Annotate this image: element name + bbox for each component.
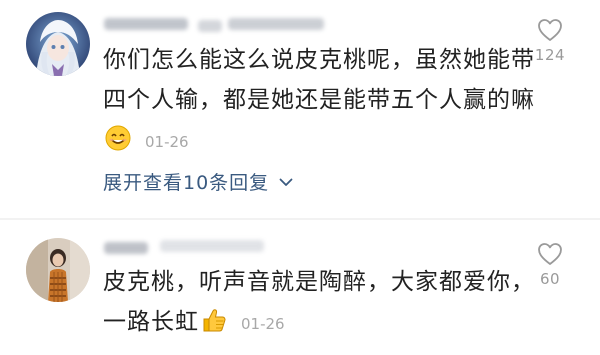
avatar[interactable]	[26, 12, 90, 76]
username-badge-blurred	[228, 18, 324, 30]
expand-replies-button[interactable]: 展开查看10条回复	[103, 168, 293, 195]
heart-icon	[538, 243, 562, 265]
heart-icon	[538, 19, 562, 41]
username-blurred[interactable]	[104, 18, 188, 30]
like-count: 124	[534, 46, 566, 64]
thumbs-up-emoji	[201, 306, 227, 332]
comment-list: 你们怎么能这么说皮克桃呢，虽然她能带四个人输，都是她还是能带五个人赢的嘛 01-2…	[0, 0, 600, 355]
comment-item: 你们怎么能这么说皮克桃呢，虽然她能带四个人输，都是她还是能带五个人赢的嘛 01-2…	[0, 0, 600, 220]
username-blurred-extra	[198, 20, 222, 32]
avatar-image	[26, 238, 90, 302]
comment-text: 皮克桃，听声音就是陶醉，大家都爱你，一路长虹 01-26	[103, 262, 543, 344]
smiling-face-emoji	[105, 124, 131, 151]
avatar-image	[26, 12, 90, 76]
username-badge-blurred	[160, 240, 264, 252]
comment-body: 你们怎么能这么说皮克桃呢，虽然她能带四个人输，都是她还是能带五个人赢的嘛	[103, 47, 535, 113]
comment-date: 01-26	[145, 133, 189, 151]
like-button[interactable]: 124	[530, 18, 570, 64]
expand-replies-label: 展开查看10条回复	[103, 172, 270, 194]
avatar[interactable]	[26, 238, 90, 302]
comment-date: 01-26	[241, 315, 285, 333]
username-blurred[interactable]	[104, 242, 148, 254]
chevron-down-icon	[279, 170, 293, 192]
comment-text: 你们怎么能这么说皮克桃呢，虽然她能带四个人输，都是她还是能带五个人赢的嘛 01-2…	[103, 40, 543, 162]
comment-body: 皮克桃，听声音就是陶醉，大家都爱你，一路长虹	[103, 269, 535, 335]
like-count: 60	[539, 270, 561, 288]
comment-item: 皮克桃，听声音就是陶醉，大家都爱你，一路长虹 01-26 60	[0, 220, 600, 355]
like-button[interactable]: 60	[530, 242, 570, 288]
